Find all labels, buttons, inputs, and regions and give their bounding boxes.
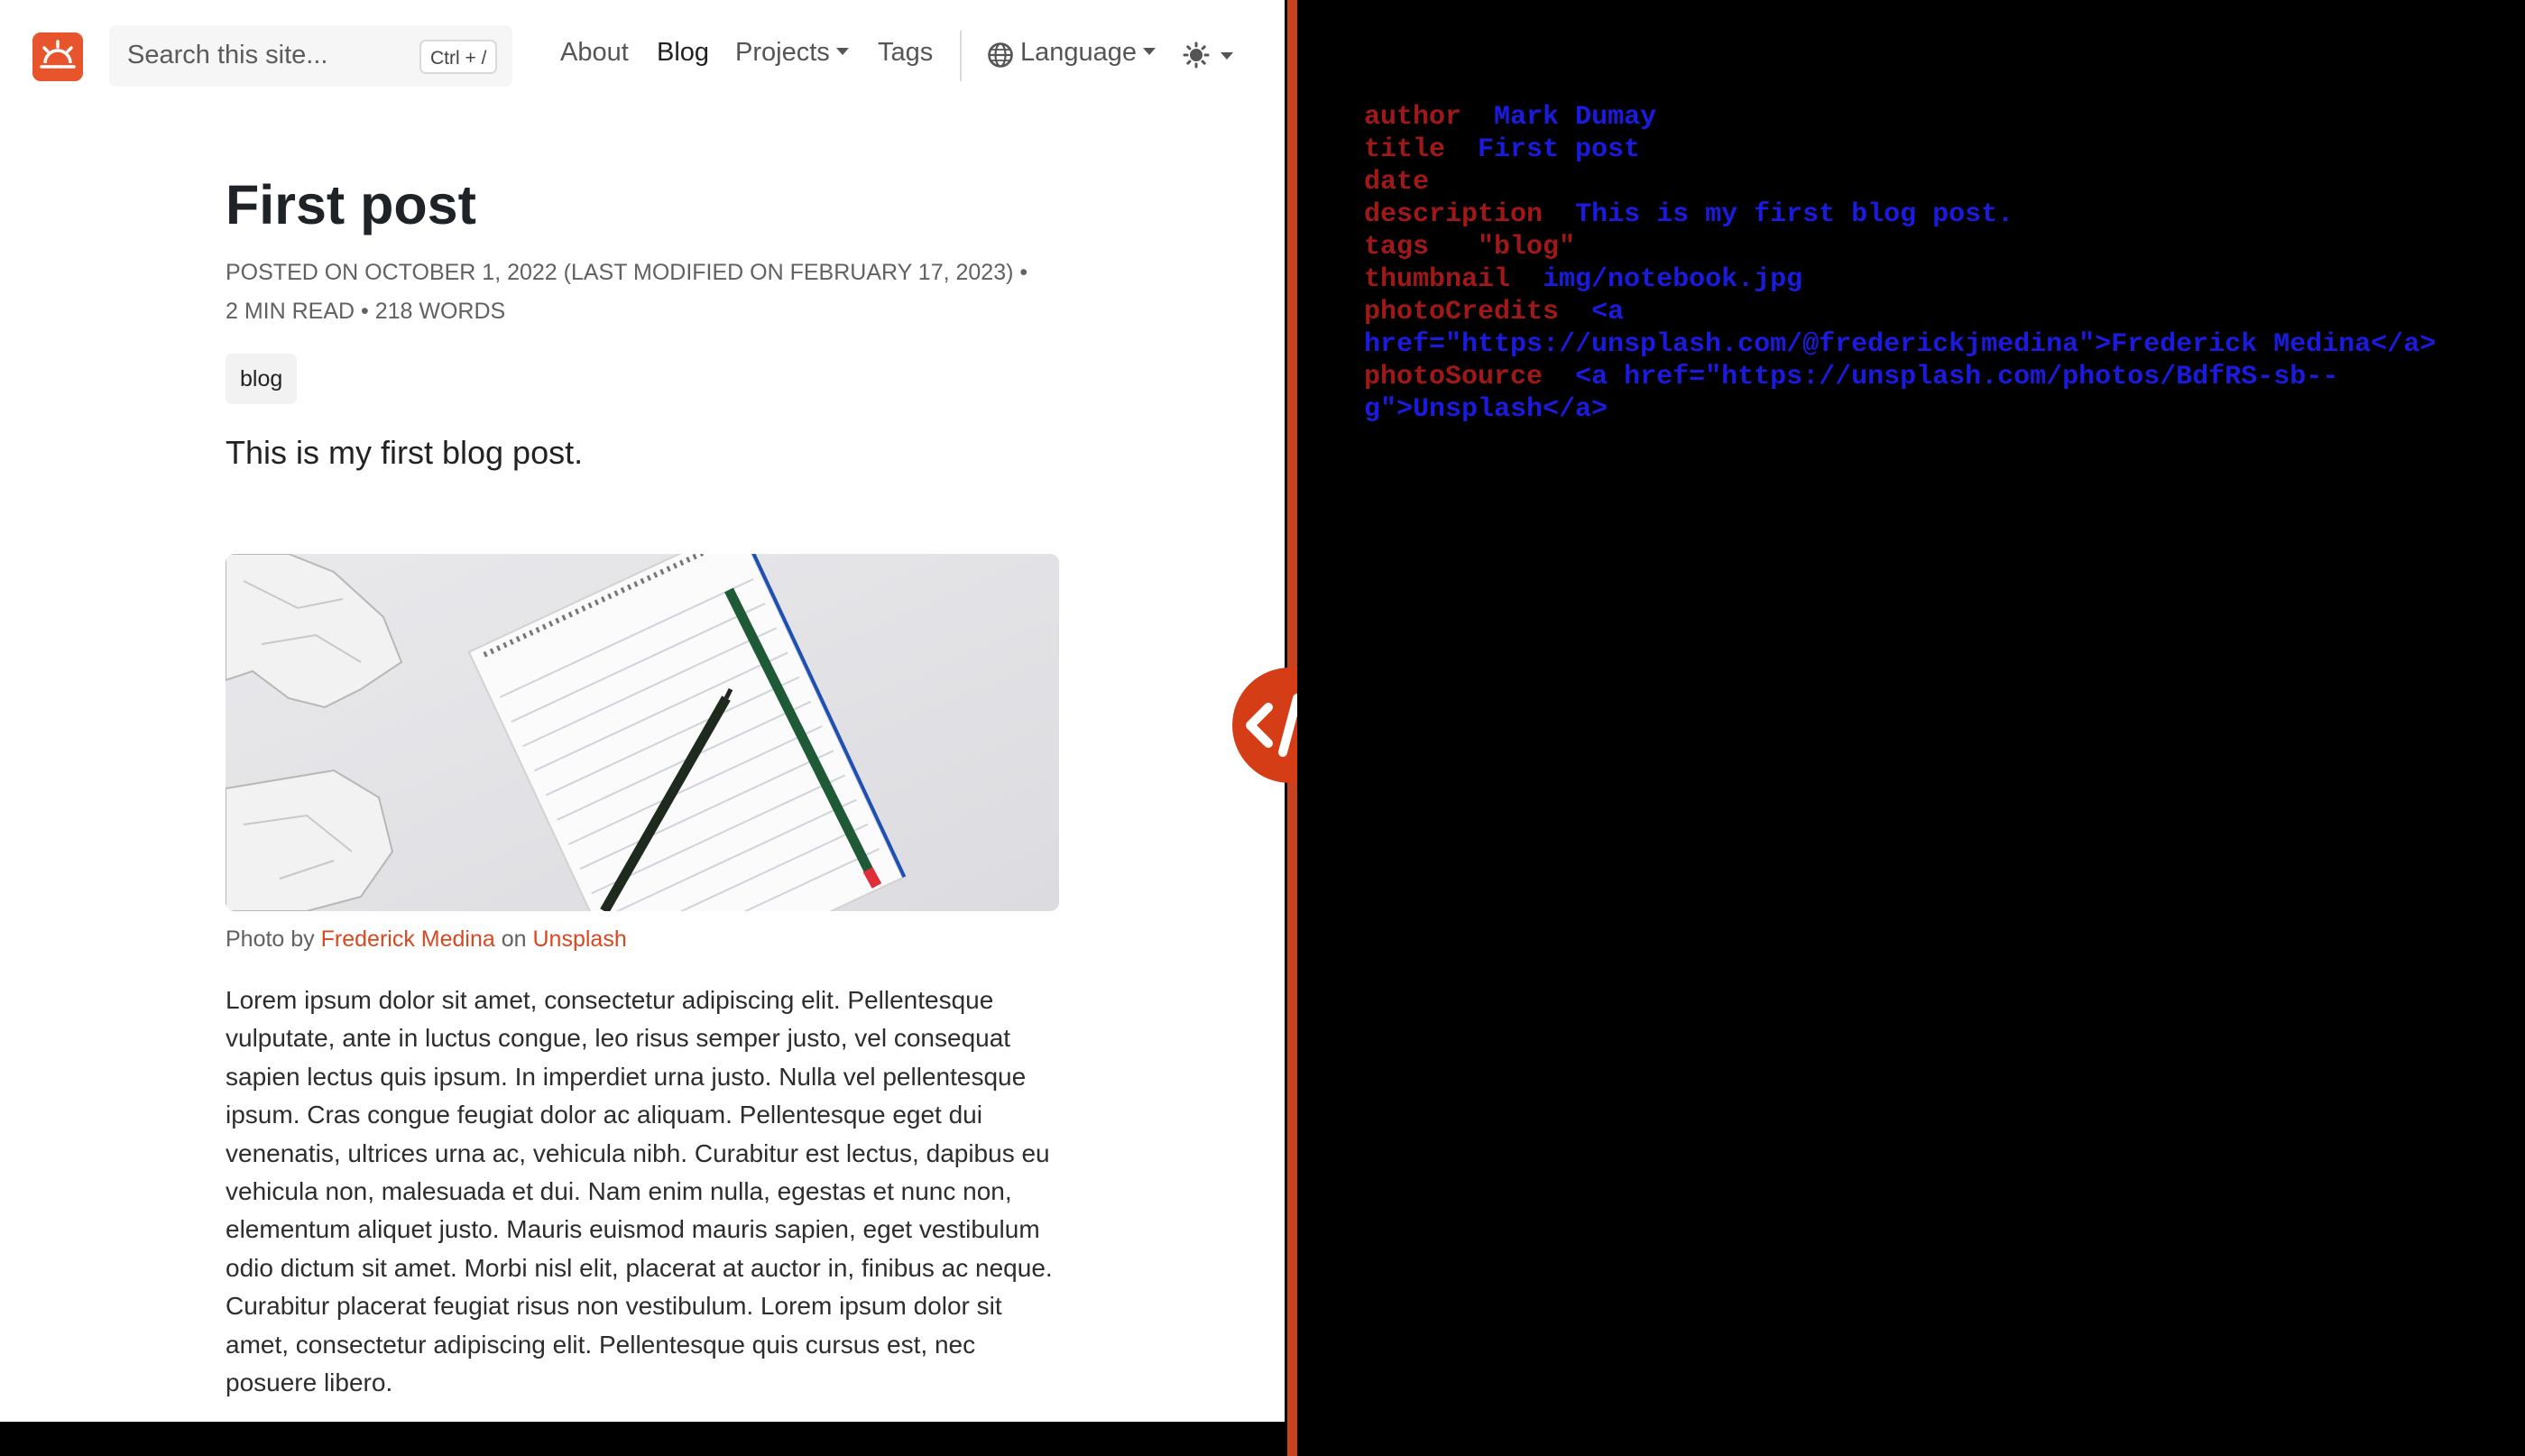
post-description: This is my first blog post.: [226, 434, 584, 471]
fm-photosource-value-1: <a href="https://unsplash.com/photos/Bdf…: [1575, 362, 2339, 392]
chevron-down-icon: [835, 48, 849, 56]
nav-divider: [960, 31, 962, 81]
sun-theme-icon[interactable]: [1183, 41, 1237, 70]
language-dropdown[interactable]: Language: [1020, 38, 1157, 68]
fm-tags-value: "blog": [1478, 232, 1576, 263]
fm-photocredits-value-1: <a: [1591, 297, 1625, 327]
tag-badge-blog[interactable]: blog: [226, 354, 298, 404]
globe-icon: [988, 42, 1013, 68]
post-title: First post: [226, 174, 476, 235]
fm-description-key: description: [1364, 199, 1544, 230]
front-matter-code: author Mark Dumay title First post date …: [1364, 101, 2436, 426]
fm-thumbnail-key: thumbnail: [1364, 264, 1511, 295]
nav-link-tags[interactable]: Tags: [878, 38, 933, 68]
photo-credit-prefix: Photo by: [226, 926, 315, 952]
fm-photosource-key: photoSource: [1364, 362, 1544, 392]
fm-date-key: date: [1364, 167, 1430, 198]
fm-photocredits-key: photoCredits: [1364, 297, 1560, 327]
post-meta-reading: 2 MIN READ • 218 WORDS: [226, 299, 506, 324]
nav-projects-label: Projects: [735, 38, 830, 67]
chevron-down-icon: [1143, 48, 1157, 56]
photo-credit: Photo by Frederick Medina on Unsplash: [226, 926, 627, 953]
photo-author-link[interactable]: Frederick Medina: [321, 926, 495, 952]
search-placeholder: Search this site...: [127, 41, 328, 69]
site-logo[interactable]: [32, 32, 83, 81]
photo-credit-on: on: [501, 926, 527, 952]
language-label: Language: [1020, 38, 1138, 67]
fm-photosource-value-2: g">Unsplash</a>: [1364, 394, 1608, 425]
search-shortcut-hint: Ctrl + /: [419, 40, 498, 74]
fm-title-value: First post: [1478, 134, 1641, 165]
front-matter-pane: author Mark Dumay title First post date …: [1297, 0, 2525, 1456]
nav-dropdown-projects[interactable]: Projects: [735, 38, 849, 68]
fm-author-key: author: [1364, 102, 1462, 133]
fm-description-value: This is my first blog post.: [1575, 199, 2014, 230]
site-preview-pane: Search this site... Ctrl + / About Blog …: [0, 0, 1285, 1422]
post-body: Lorem ipsum dolor sit amet, consectetur …: [226, 986, 1053, 1397]
search-input[interactable]: Search this site... Ctrl + /: [109, 25, 512, 87]
fm-thumbnail-value: img/notebook.jpg: [1543, 264, 1803, 295]
fm-photocredits-value-2: href="https://unsplash.com/@frederickjme…: [1364, 329, 2437, 360]
photo-source-link[interactable]: Unsplash: [533, 926, 627, 952]
hero-image-notebook: [226, 554, 1059, 911]
fm-title-key: title: [1364, 134, 1446, 165]
fm-tags-key: tags: [1364, 232, 1430, 263]
fm-author-value: Mark Dumay: [1494, 102, 1657, 133]
nav-link-blog[interactable]: Blog: [657, 38, 709, 68]
sun-logo-icon: [40, 40, 76, 69]
nav-link-about[interactable]: About: [560, 38, 629, 68]
post-meta-dates: POSTED ON OCTOBER 1, 2022 (LAST MODIFIED…: [226, 260, 1028, 285]
navbar: Search this site... Ctrl + / About Blog …: [0, 0, 1285, 112]
